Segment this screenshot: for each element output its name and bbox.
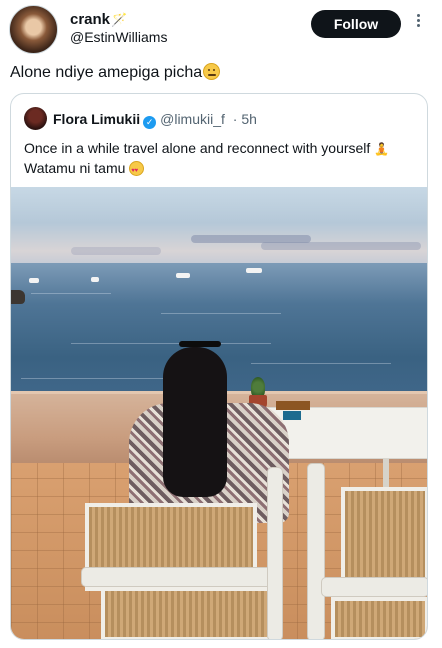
photo-sunglasses bbox=[179, 341, 221, 347]
photo-woman-hair bbox=[163, 347, 227, 497]
photo-chair-left-seat bbox=[101, 587, 271, 639]
author-avatar[interactable] bbox=[9, 5, 58, 54]
person-in-lotus-position-emoji: 🧘 bbox=[374, 142, 390, 156]
verified-badge-icon: ✓ bbox=[143, 116, 157, 129]
photo-chair-right-arm bbox=[307, 463, 325, 639]
quoted-author-line: Flora Limukii ✓ @limukii_f · 5h bbox=[53, 111, 257, 129]
quoted-tweet[interactable]: Flora Limukii ✓ @limukii_f · 5h Once in a … bbox=[10, 93, 428, 640]
more-options-icon[interactable] bbox=[414, 12, 422, 32]
author-handle[interactable]: @EstinWilliams bbox=[70, 29, 167, 45]
photo-chair-left-post bbox=[267, 467, 283, 639]
tweet-body: Alone ndiye amepiga picha bbox=[10, 64, 203, 81]
face-with-rolling-eyes-emoji bbox=[203, 63, 221, 80]
quoted-tweet-text: Once in a while travel alone and reconne… bbox=[24, 139, 419, 181]
smiling-face-with-heart-eyes-emoji bbox=[129, 161, 145, 181]
quoted-tweet-photo[interactable] bbox=[11, 187, 427, 639]
photo-chair-right bbox=[341, 487, 427, 581]
quoted-tweet-line1: Once in a while travel alone and reconne… bbox=[24, 140, 371, 156]
magic-wand-emoji: 🪄 bbox=[111, 12, 128, 27]
photo-sky bbox=[11, 187, 427, 267]
tweet-header: crank🪄 @EstinWilliams Follow bbox=[0, 0, 442, 60]
photo-chair-left-arm bbox=[81, 567, 281, 587]
quoted-author-name[interactable]: Flora Limukii bbox=[53, 111, 140, 127]
follow-button[interactable]: Follow bbox=[311, 10, 401, 38]
photo-box bbox=[276, 401, 310, 410]
author-display-name[interactable]: crank bbox=[70, 11, 110, 28]
photo-rock bbox=[11, 290, 25, 304]
quoted-tweet-line2: Watamu ni tamu bbox=[24, 160, 126, 176]
tweet-text: Alone ndiye amepiga picha bbox=[10, 63, 221, 82]
photo-plant bbox=[251, 377, 265, 397]
photo-chair-right-seat bbox=[331, 597, 427, 639]
quoted-author-avatar[interactable] bbox=[24, 107, 47, 130]
quoted-author-handle[interactable]: @limukii_f bbox=[160, 111, 225, 127]
author-name[interactable]: crank🪄 bbox=[70, 11, 127, 28]
quoted-tweet-time[interactable]: · 5h bbox=[233, 111, 257, 127]
photo-phone bbox=[283, 411, 301, 420]
photo-chair-right-rail bbox=[321, 577, 427, 597]
